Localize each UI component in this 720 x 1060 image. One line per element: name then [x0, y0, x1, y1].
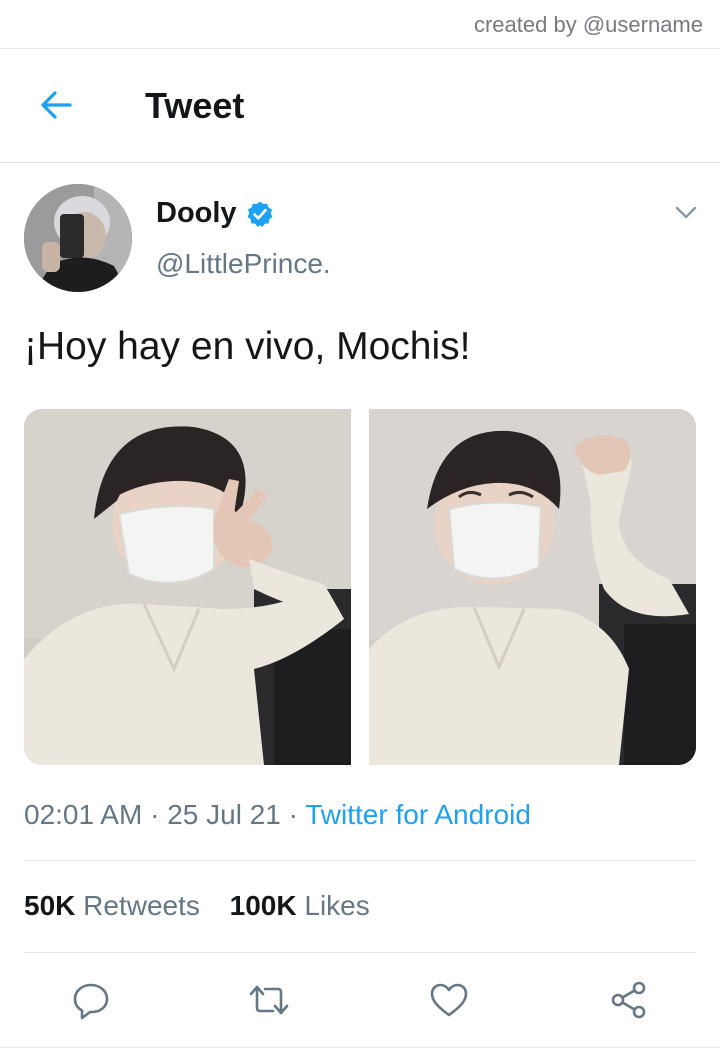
likes-label: Likes [304, 890, 370, 921]
retweets-count: 50K [24, 890, 76, 921]
tweet-photo-2[interactable] [369, 409, 696, 765]
meta-separator: · [280, 799, 306, 830]
tweet-stats: 50K Retweets 100K Likes [24, 890, 370, 922]
header: Tweet [0, 49, 720, 163]
tweet-text: ¡Hoy hay en vivo, Mochis! [24, 325, 471, 368]
tweet-photo-1[interactable] [24, 409, 351, 765]
retweet-button[interactable] [244, 975, 294, 1025]
divider [24, 952, 696, 953]
retweet-icon [249, 985, 289, 1015]
tweet-time: 02:01 AM [24, 799, 143, 830]
page-title: Tweet [145, 85, 245, 126]
author-handle[interactable]: @LittlePrince. [156, 248, 331, 280]
divider [24, 860, 696, 861]
heart-icon [430, 983, 468, 1017]
bottom-divider [0, 1047, 720, 1048]
likes-count: 100K [229, 890, 297, 921]
watermark-text: created by @username [473, 12, 703, 37]
arrow-left-icon [41, 91, 72, 119]
author-display-name[interactable]: Dooly [156, 197, 237, 230]
tweet-date: 25 Jul 21 [167, 799, 281, 830]
tweet-actions [0, 975, 720, 1025]
verified-badge-icon [246, 200, 274, 228]
back-button[interactable] [30, 83, 82, 127]
reply-button[interactable] [66, 975, 116, 1025]
tweet-menu-button[interactable] [671, 199, 701, 227]
chevron-down-icon [675, 206, 697, 219]
likes-stat[interactable]: 100K Likes [230, 890, 370, 922]
retweets-stat[interactable]: 50K Retweets [24, 890, 200, 922]
media-grid [24, 409, 696, 765]
share-icon [611, 981, 646, 1019]
retweets-label: Retweets [83, 890, 200, 921]
reply-bubble-icon [73, 983, 109, 1020]
share-button[interactable] [604, 975, 654, 1025]
like-button[interactable] [424, 975, 474, 1025]
avatar[interactable] [24, 184, 132, 292]
tweet-meta: 02:01 AM · 25 Jul 21 · Twitter for Andro… [24, 799, 531, 831]
meta-separator: · [142, 799, 168, 830]
avatar-photo [24, 184, 132, 292]
tweet-source-link[interactable]: Twitter for Android [305, 799, 531, 830]
author-name-row: Dooly [156, 197, 274, 230]
